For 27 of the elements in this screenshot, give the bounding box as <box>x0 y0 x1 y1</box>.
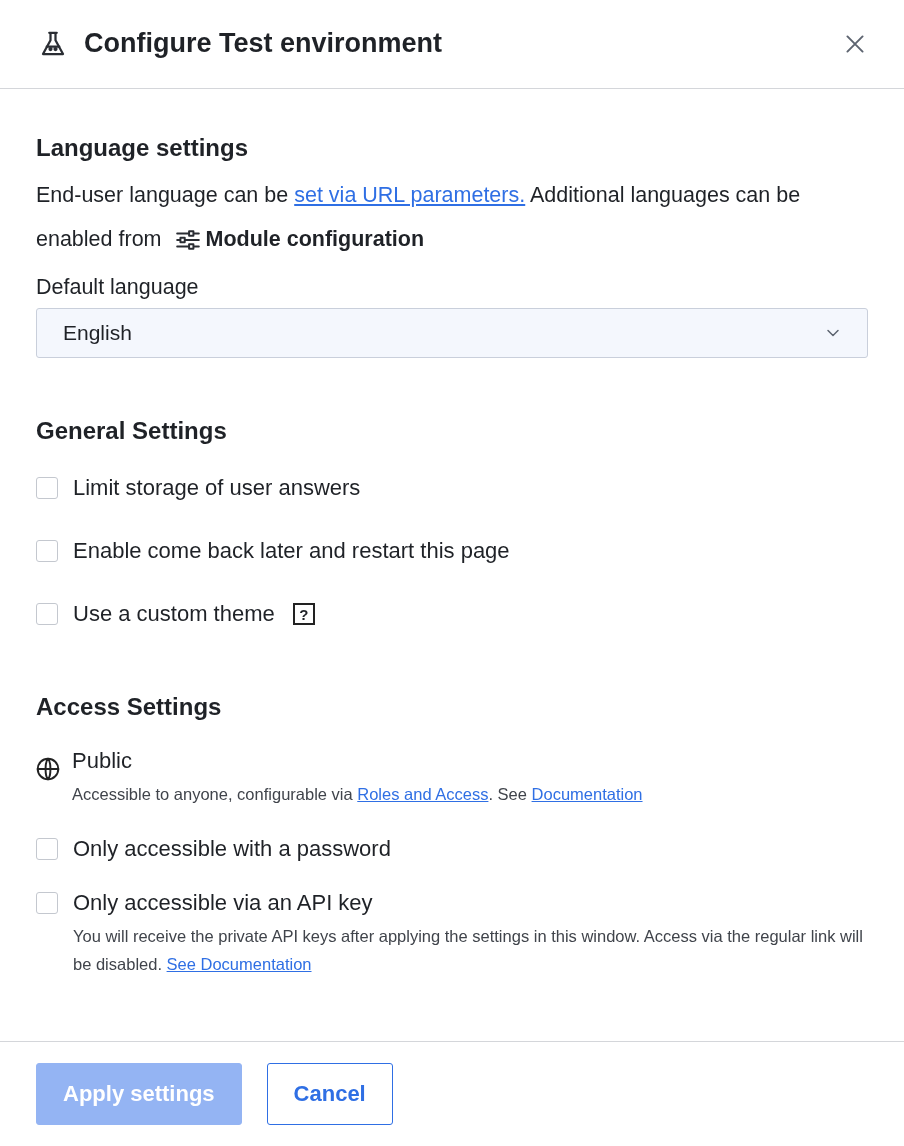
checkbox-label: Only accessible via an API key <box>73 890 374 916</box>
section-heading: General Settings <box>36 416 228 446</box>
option-label: Public <box>72 748 133 774</box>
globe-icon <box>35 756 61 782</box>
checkbox[interactable] <box>36 477 58 499</box>
description-text: End-user language can be set via URL parameters. Additional languages can be enabled from Module configuration <box>36 173 868 261</box>
checkbox-label: Use a custom theme <box>73 601 275 627</box>
section-heading: Language settings <box>36 133 250 163</box>
link[interactable]: Roles and Access <box>357 785 489 803</box>
checkbox[interactable] <box>36 540 58 562</box>
section-heading: Access Settings <box>36 692 223 722</box>
link[interactable]: set via URL parameters. <box>294 183 526 207</box>
description-text: Accessible to anyone, configurable via Roles and Access. See Documentation <box>72 784 644 805</box>
checkbox[interactable] <box>36 892 58 914</box>
link[interactable]: See Documentation <box>166 955 312 973</box>
cancel-button[interactable]: Cancel <box>266 1063 393 1125</box>
checkbox-label: Limit storage of user answers <box>73 475 361 501</box>
checkbox-label: Enable come back later and restart this page <box>73 538 510 564</box>
link[interactable]: Documentation <box>531 785 643 803</box>
language-dropdown[interactable]: English <box>36 308 868 358</box>
help-icon[interactable]: ? <box>292 603 315 625</box>
checkbox[interactable] <box>36 603 58 625</box>
description-text: You will receive the private API keys after applying the settings in this window. Access via the regular link will be disabled. See Documentation <box>73 926 864 975</box>
window-title: Configure Test environment <box>84 27 444 60</box>
checkbox[interactable] <box>36 838 58 860</box>
field-label: Default language <box>36 275 200 300</box>
checkbox-label: Only accessible with a password <box>73 836 392 862</box>
